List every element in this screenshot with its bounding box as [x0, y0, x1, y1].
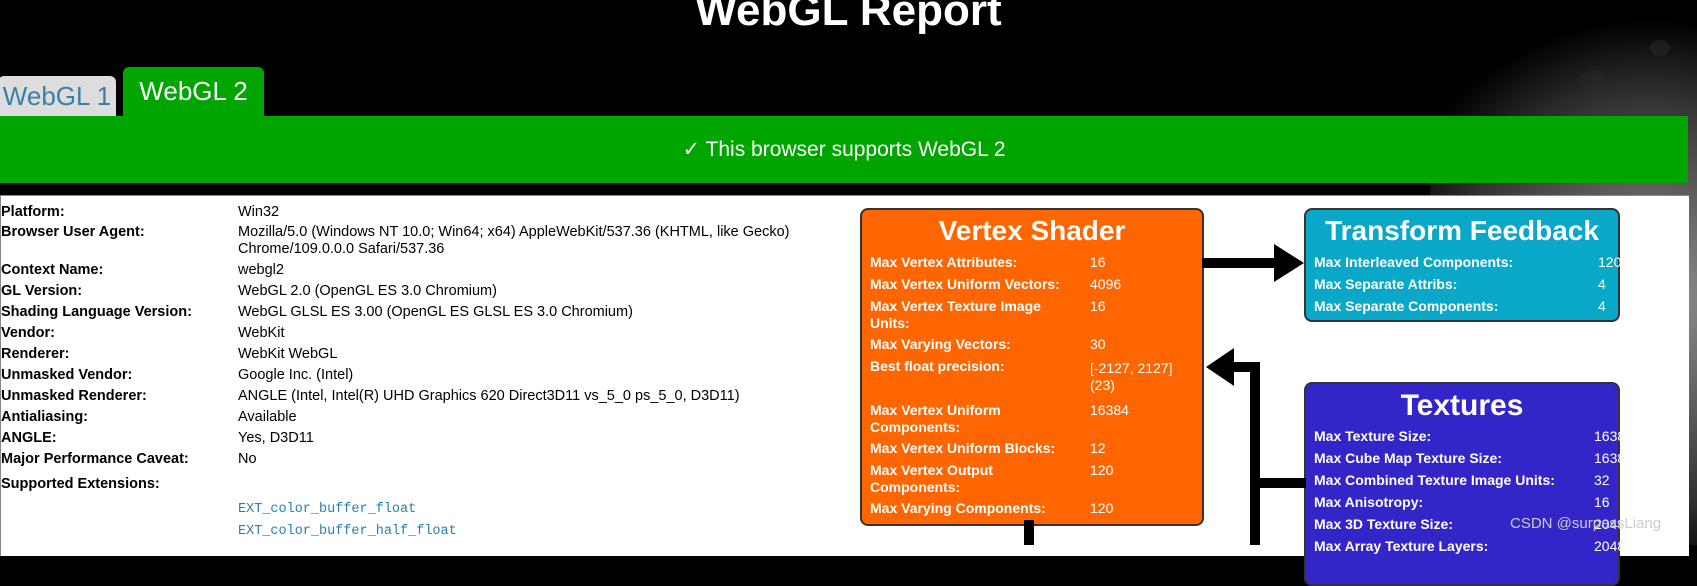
- info-value: WebKit: [238, 325, 285, 341]
- tx-key: Max Cube Map Texture Size:: [1314, 450, 1503, 466]
- page-title: WebGL Report: [695, 0, 1002, 35]
- extension-link[interactable]: EXT_color_buffer_half_float: [238, 524, 457, 539]
- info-value: WebGL 2.0 (OpenGL ES 3.0 Chromium): [238, 283, 497, 299]
- tx-value: 2048: [1594, 538, 1626, 554]
- vs-key: Max Vertex Attributes:: [870, 254, 1018, 270]
- vs-value: 120: [1090, 500, 1114, 516]
- vs-key: Max Vertex Uniform Blocks:: [870, 440, 1056, 456]
- tx-key: Max Combined Texture Image Units:: [1314, 472, 1555, 488]
- arrow-vertical-connector: [1250, 362, 1260, 545]
- vs-key: Max Vertex Texture Image Units:: [870, 298, 1041, 331]
- transform-feedback-title: Transform Feedback: [1325, 215, 1599, 246]
- info-value: Mozilla/5.0 (Windows NT 10.0; Win64; x64…: [238, 224, 790, 257]
- info-value: WebGL GLSL ES 3.00 (OpenGL ES GLSL ES 3.…: [238, 304, 633, 320]
- vs-value: 4096: [1090, 276, 1122, 292]
- tf-value: 4: [1598, 298, 1606, 314]
- arrow-head-right-icon: [1274, 244, 1304, 282]
- tx-value: 32: [1594, 472, 1610, 488]
- tx-key: Max Anisotropy:: [1314, 494, 1424, 510]
- tx-key: Max Array Texture Layers:: [1314, 538, 1489, 554]
- tx-value: 16384: [1594, 450, 1633, 466]
- info-value: Google Inc. (Intel): [238, 367, 354, 383]
- info-value: Win32: [238, 204, 280, 220]
- info-key: Unmasked Renderer:: [1, 388, 147, 404]
- info-value: ANGLE (Intel, Intel(R) UHD Graphics 620 …: [238, 388, 740, 404]
- tf-key: Max Separate Attribs:: [1314, 276, 1458, 292]
- arrow-down-from-vertex: [1024, 520, 1034, 545]
- tf-value: 120: [1598, 254, 1622, 270]
- arrow-head-left-icon: [1206, 348, 1234, 386]
- tx-value: 16: [1594, 494, 1610, 510]
- info-value: Yes, D3D11: [238, 430, 314, 446]
- tx-key: Max 3D Texture Size:: [1314, 516, 1454, 532]
- info-key: Context Name:: [1, 262, 104, 278]
- arrow-to-transform-feedback: [1202, 258, 1284, 268]
- info-key: Antialiasing:: [1, 409, 89, 425]
- vs-value: 16: [1090, 298, 1106, 314]
- vs-value: 120: [1090, 462, 1114, 478]
- vs-key: Max Vertex Output Components:: [870, 462, 993, 495]
- info-key: ANGLE:: [1, 430, 57, 446]
- info-key: Renderer:: [1, 346, 70, 362]
- vertex-shader-title: Vertex Shader: [938, 215, 1126, 246]
- info-value: WebKit WebGL: [238, 346, 338, 362]
- info-key: Browser User Agent:: [1, 224, 145, 240]
- textures-title: Textures: [1400, 389, 1524, 422]
- tab-webgl2[interactable]: WebGL 2: [123, 67, 264, 116]
- extension-link[interactable]: EXT_color_buffer_float: [238, 502, 416, 517]
- info-key: Platform:: [1, 204, 65, 220]
- arrow-to-textures: [1250, 478, 1306, 488]
- vs-key: Best float precision:: [870, 358, 1005, 374]
- tf-key: Max Interleaved Components:: [1314, 254, 1514, 270]
- vs-value: [-2127, 2127] (23): [1090, 360, 1173, 393]
- watermark: CSDN @surpassLiang: [1510, 515, 1662, 532]
- vs-key: Max Varying Components:: [870, 500, 1046, 516]
- tx-key: Max Texture Size:: [1314, 428, 1432, 444]
- info-key: Major Performance Caveat:: [1, 451, 189, 467]
- vs-key: Max Varying Vectors:: [870, 336, 1011, 352]
- tx-value: 16384: [1594, 428, 1633, 444]
- tab-webgl1[interactable]: WebGL 1: [0, 76, 116, 116]
- vs-key: Max Vertex Uniform Vectors:: [870, 276, 1060, 292]
- info-key: GL Version:: [1, 283, 83, 299]
- info-key: Shading Language Version:: [1, 304, 192, 320]
- vs-value: 30: [1090, 336, 1106, 352]
- info-value: webgl2: [238, 262, 284, 278]
- vs-value: 16: [1090, 254, 1106, 270]
- vs-value: 16384: [1090, 402, 1129, 418]
- vs-value: 12: [1090, 440, 1106, 456]
- tf-key: Max Separate Components:: [1314, 298, 1499, 314]
- vs-key: Max Vertex Uniform Components:: [870, 402, 1001, 435]
- support-banner: ✓ This browser supports WebGL 2: [0, 116, 1688, 183]
- vertex-shader-box: Vertex Shader Max Vertex Attributes: 16 …: [860, 208, 1204, 526]
- tf-value: 4: [1598, 276, 1606, 292]
- textures-box: Textures Max Texture Size: 16384 Max Cub…: [1304, 382, 1633, 586]
- transform-feedback-box: Transform Feedback Max Interleaved Compo…: [1304, 208, 1622, 322]
- info-value: No: [238, 451, 257, 467]
- info-value: Available: [238, 409, 297, 425]
- info-key: Unmasked Vendor:: [1, 367, 133, 383]
- info-key: Supported Extensions:: [1, 476, 160, 492]
- info-key: Vendor:: [1, 325, 55, 341]
